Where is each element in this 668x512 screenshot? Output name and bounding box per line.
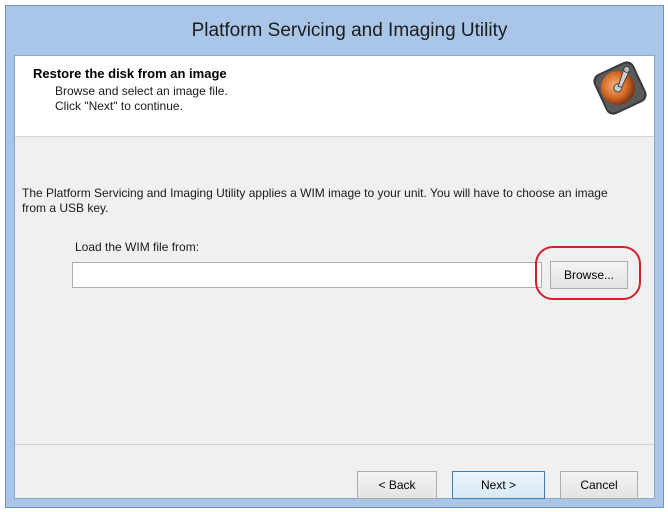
description-text: The Platform Servicing and Imaging Utili… xyxy=(22,186,608,215)
title-bar[interactable]: Platform Servicing and Imaging Utility xyxy=(6,6,663,55)
back-button[interactable]: < Back xyxy=(357,471,437,499)
next-button[interactable]: Next > xyxy=(452,471,545,499)
cancel-button[interactable]: Cancel xyxy=(560,471,638,499)
footer-divider xyxy=(15,444,654,445)
dialog-client-area: Restore the disk from an image Browse an… xyxy=(14,55,655,499)
wizard-instruction-1: Browse and select an image file. xyxy=(55,84,228,98)
wizard-step-title: Restore the disk from an image xyxy=(33,66,227,81)
wim-path-input[interactable] xyxy=(72,262,542,288)
wizard-header: Restore the disk from an image Browse an… xyxy=(15,56,654,137)
load-wim-label: Load the WIM file from: xyxy=(75,240,200,254)
wizard-instruction-2: Click "Next" to continue. xyxy=(55,99,183,113)
hard-disk-icon xyxy=(593,61,647,115)
window-title: Platform Servicing and Imaging Utility xyxy=(191,19,508,41)
browse-button[interactable]: Browse... xyxy=(550,261,628,289)
dialog-window: Platform Servicing and Imaging Utility R… xyxy=(5,5,664,508)
